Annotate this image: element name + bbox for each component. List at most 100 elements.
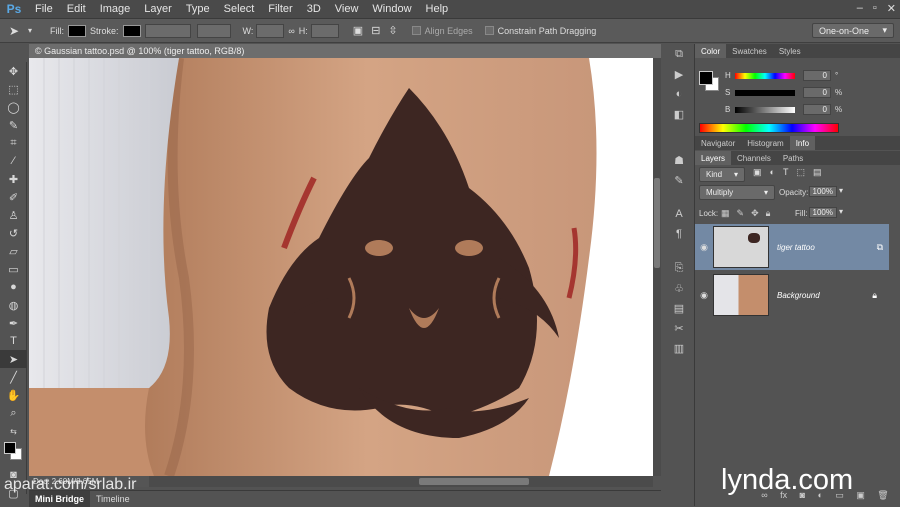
h-value[interactable]: 0 xyxy=(803,70,831,81)
workspace-dropdown[interactable]: One-on-One ▾ xyxy=(812,23,894,38)
eraser-tool-icon[interactable]: ▱ xyxy=(0,242,27,260)
minimize-icon[interactable]: – xyxy=(857,2,863,15)
fill-dropdown-icon[interactable]: ▾ xyxy=(839,207,843,216)
fill-swatch[interactable] xyxy=(68,24,86,37)
zoom-tool-icon[interactable]: ⌕ xyxy=(0,404,27,422)
menu-edit[interactable]: Edit xyxy=(60,3,93,15)
menu-view[interactable]: View xyxy=(328,3,366,15)
path-ops-icon[interactable]: ▣ xyxy=(353,24,363,37)
stroke-type-dropdown[interactable] xyxy=(196,23,231,38)
tab-navigator[interactable]: Navigator xyxy=(695,136,741,150)
new-layer-icon[interactable]: ▣ xyxy=(856,490,865,501)
horizontal-scroll-thumb[interactable] xyxy=(419,478,529,485)
marquee-tool-icon[interactable]: ⬚ xyxy=(0,80,27,98)
actions-panel-icon[interactable]: ▶ xyxy=(665,64,693,84)
path-selection-tool-icon[interactable]: ➤ xyxy=(0,350,27,368)
width-input[interactable] xyxy=(256,23,285,38)
opacity-input[interactable]: 100% xyxy=(809,186,837,197)
character-panel-icon[interactable]: A xyxy=(665,204,693,224)
trash-icon[interactable]: 🗑︎ xyxy=(877,490,888,501)
menu-3d[interactable]: 3D xyxy=(300,3,328,15)
tab-swatches[interactable]: Swatches xyxy=(726,44,773,58)
vertical-scroll-thumb[interactable] xyxy=(654,178,660,268)
brightness-slider[interactable] xyxy=(735,106,795,113)
layer-name[interactable]: tiger tattoo xyxy=(777,243,815,252)
height-input[interactable] xyxy=(310,23,339,38)
tab-styles[interactable]: Styles xyxy=(773,44,807,58)
eye-icon[interactable]: ◉ xyxy=(695,290,713,301)
lock-all-icon[interactable]: 🔒︎ xyxy=(766,208,771,219)
close-icon[interactable]: ✕ xyxy=(887,2,896,15)
color-spectrum-ramp[interactable] xyxy=(699,123,839,133)
menu-type[interactable]: Type xyxy=(179,3,217,15)
swap-colors-icon[interactable]: ⇆ xyxy=(0,422,27,440)
opacity-dropdown-icon[interactable]: ▾ xyxy=(839,186,843,195)
menu-file[interactable]: File xyxy=(28,3,60,15)
layer-kind-filter[interactable]: Kind ▾ xyxy=(699,167,745,182)
move-tool-icon[interactable]: ✥ xyxy=(0,62,27,80)
history-brush-icon[interactable]: ↺ xyxy=(0,224,27,242)
line-tool-icon[interactable]: ╱ xyxy=(0,368,27,386)
properties-panel-icon[interactable]: ◧ xyxy=(665,104,693,124)
link-icon[interactable]: ∞ xyxy=(288,26,294,36)
chevron-down-icon[interactable]: ▾ xyxy=(28,26,42,35)
path-select-icon[interactable]: ➤ xyxy=(0,24,28,38)
b-value[interactable]: 0 xyxy=(803,104,831,115)
quick-select-tool-icon[interactable]: ✎ xyxy=(0,116,27,134)
path-align-icon[interactable]: ⊟ xyxy=(371,24,380,37)
color-swatches[interactable] xyxy=(0,440,27,466)
tool-presets-icon[interactable]: ☗ xyxy=(665,150,693,170)
path-arrange-icon[interactable]: ⇳ xyxy=(388,24,397,37)
clone-source-icon[interactable]: ⎘ xyxy=(665,258,693,278)
brush-tool-icon[interactable]: ✐ xyxy=(0,188,27,206)
hand-tool-icon[interactable]: ✋ xyxy=(0,386,27,404)
layer-name[interactable]: Background xyxy=(777,291,820,300)
tab-channels[interactable]: Channels xyxy=(731,151,777,165)
adjustments-panel-icon[interactable]: ◐ xyxy=(665,84,693,104)
lasso-tool-icon[interactable]: ◯ xyxy=(0,98,27,116)
layer-row-tiger-tattoo[interactable]: ◉ tiger tattoo ⧉ xyxy=(695,224,889,270)
menu-filter[interactable]: Filter xyxy=(261,3,299,15)
adjustment-filter-icon[interactable]: ◐ xyxy=(770,167,775,178)
lock-position-icon[interactable]: ✥ xyxy=(751,208,759,219)
paragraph-panel-icon[interactable]: ¶ xyxy=(665,224,693,244)
fill-input[interactable]: 100% xyxy=(809,207,837,218)
stroke-width-field[interactable] xyxy=(144,23,191,38)
brush-panel-icon[interactable]: ♧ xyxy=(665,278,693,298)
menu-select[interactable]: Select xyxy=(217,3,262,15)
stroke-swatch[interactable] xyxy=(122,24,141,37)
s-value[interactable]: 0 xyxy=(803,87,831,98)
lock-transparency-icon[interactable]: ▦ xyxy=(721,208,730,219)
hue-slider[interactable] xyxy=(735,72,795,79)
tab-color[interactable]: Color xyxy=(695,44,727,58)
pixel-filter-icon[interactable]: ▣ xyxy=(753,167,762,178)
type-filter-icon[interactable]: T xyxy=(783,167,789,178)
brush-presets-icon[interactable]: ✎ xyxy=(665,170,693,190)
blur-tool-icon[interactable]: ● xyxy=(0,278,27,296)
notes-panel-icon[interactable]: ▤ xyxy=(665,298,693,318)
restore-icon[interactable]: ▫ xyxy=(873,2,877,15)
dodge-tool-icon[interactable]: ◍ xyxy=(0,296,27,314)
healing-tool-icon[interactable]: ✚ xyxy=(0,170,27,188)
tools-panel-icon[interactable]: ✂ xyxy=(665,318,693,338)
shape-filter-icon[interactable]: ⬚ xyxy=(796,167,805,178)
layer-comps-icon[interactable]: ▥ xyxy=(665,338,693,358)
blend-mode-dropdown[interactable]: Multiply ▾ xyxy=(699,185,775,200)
crop-tool-icon[interactable]: ⌗ xyxy=(0,134,27,152)
vertical-scrollbar[interactable] xyxy=(653,58,661,476)
tab-layers[interactable]: Layers xyxy=(695,151,732,165)
tab-info[interactable]: Info xyxy=(789,136,816,150)
pen-tool-icon[interactable]: ✒ xyxy=(0,314,27,332)
layer-row-background[interactable]: ◉ Background 🔒︎ xyxy=(695,272,889,318)
document-canvas[interactable] xyxy=(29,58,653,476)
align-edges-checkbox[interactable] xyxy=(411,26,421,35)
eye-icon[interactable]: ◉ xyxy=(695,242,713,253)
gradient-tool-icon[interactable]: ▭ xyxy=(0,260,27,278)
menu-layer[interactable]: Layer xyxy=(137,3,179,15)
menu-help[interactable]: Help xyxy=(419,3,456,15)
eyedropper-tool-icon[interactable]: ⁄ xyxy=(0,152,27,170)
menu-window[interactable]: Window xyxy=(365,3,418,15)
lock-pixels-icon[interactable]: ✎ xyxy=(737,208,745,219)
saturation-slider[interactable] xyxy=(735,89,795,96)
document-tab[interactable]: © Gaussian tattoo.psd @ 100% (tiger tatt… xyxy=(29,44,661,58)
